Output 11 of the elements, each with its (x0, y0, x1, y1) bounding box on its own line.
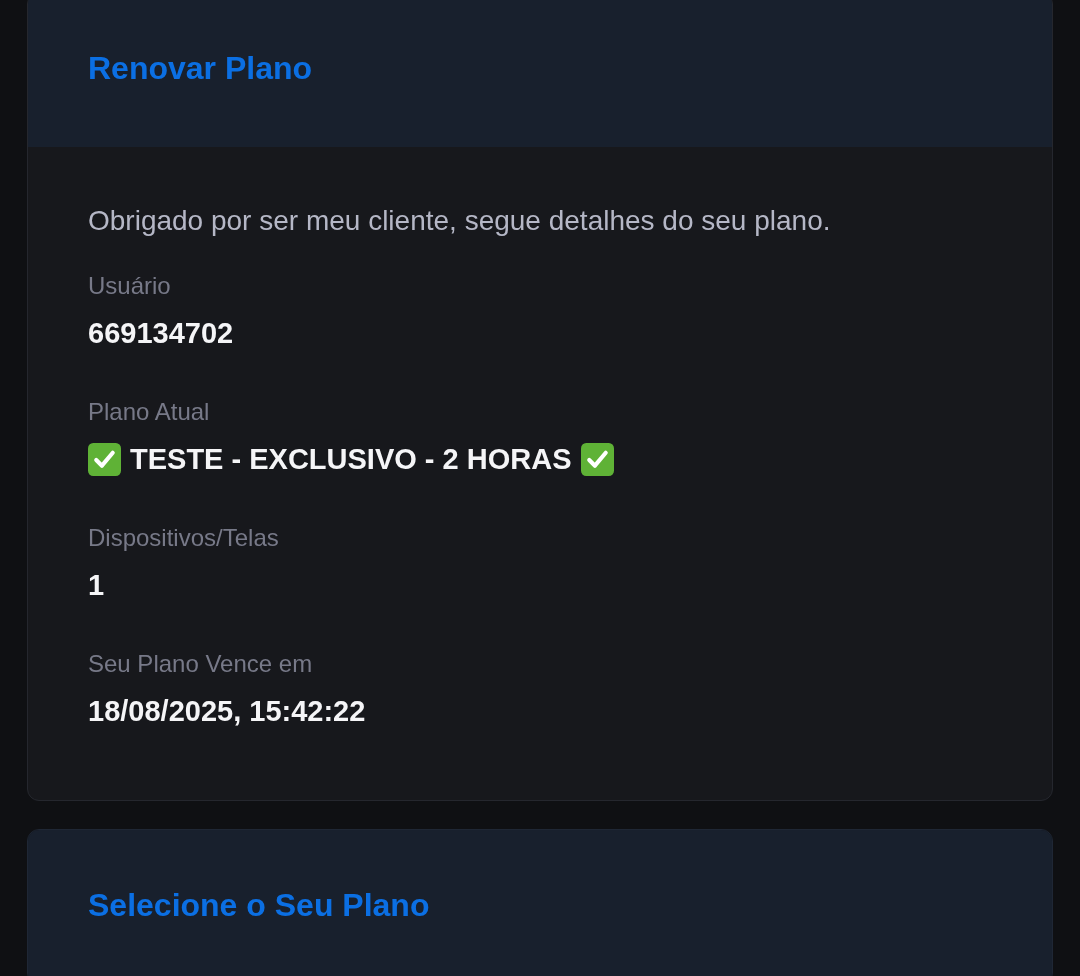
field-label: Plano Atual (88, 397, 211, 427)
field-value: 18/08/2025, 15:42:22 (88, 694, 366, 729)
card-title: Renovar Plano (88, 49, 314, 88)
field-value: 1 (88, 568, 105, 603)
field-value: 669134702 (88, 316, 234, 351)
field-label: Seu Plano Vence em (88, 649, 314, 679)
card-title: Selecione o Seu Plano (88, 886, 431, 925)
field-value: TESTE - EXCLUSIVO - 2 HORAS (130, 442, 572, 477)
intro-text: Obrigado por ser meu cliente, segue detalhes do seu plano. (88, 204, 832, 238)
field-label: Usuário (88, 271, 172, 301)
field-label: Dispositivos/Telas (88, 523, 280, 553)
